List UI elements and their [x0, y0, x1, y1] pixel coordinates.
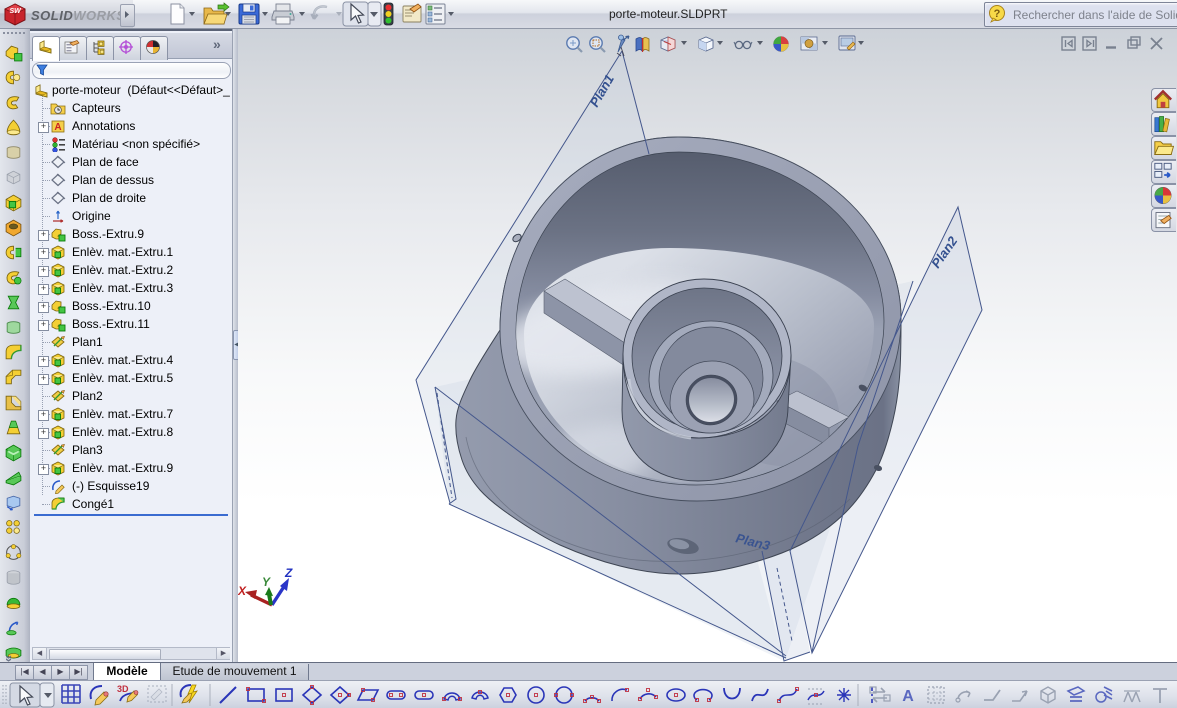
svg-text:X: X — [238, 584, 247, 598]
svg-text:A: A — [902, 688, 914, 705]
svg-text:3D: 3D — [117, 684, 129, 694]
svg-text:Y: Y — [262, 575, 271, 589]
svg-text:Z: Z — [284, 566, 293, 580]
svg-text:SW: SW — [10, 8, 23, 15]
svg-text:?: ? — [994, 8, 1001, 20]
